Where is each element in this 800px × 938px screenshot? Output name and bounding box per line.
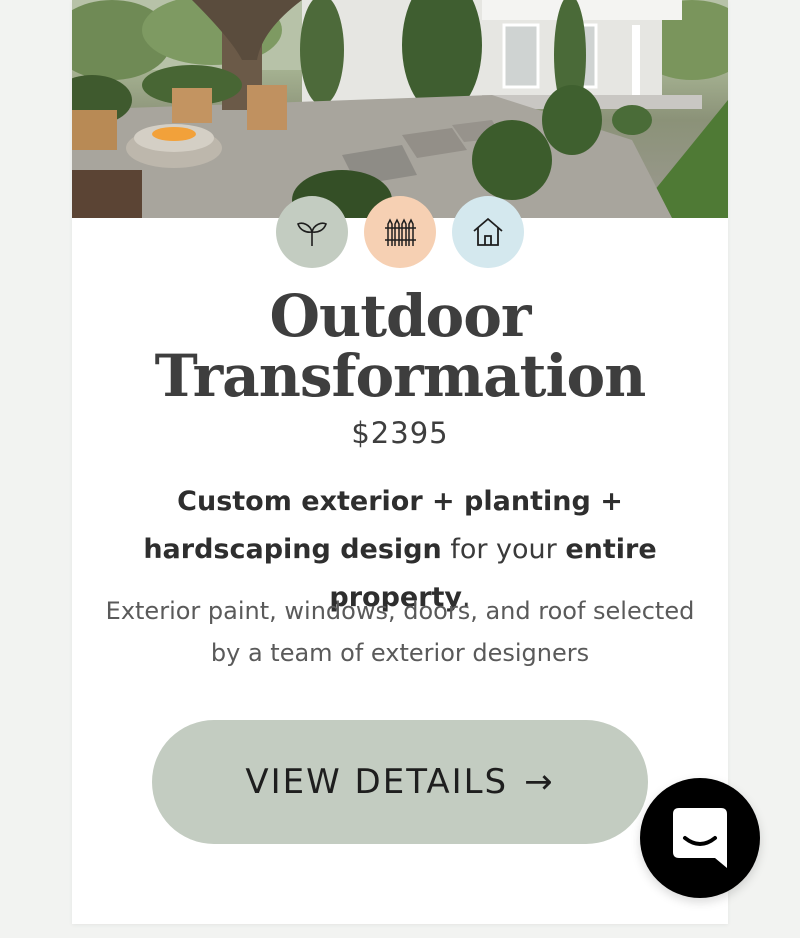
chat-bubble-icon xyxy=(673,808,727,868)
sprout-icon xyxy=(276,196,348,268)
product-title: Outdoor Transformation xyxy=(72,286,728,406)
view-details-label: VIEW DETAILS xyxy=(245,762,509,802)
product-price: $2395 xyxy=(351,416,449,450)
category-icons xyxy=(276,196,524,268)
house-icon xyxy=(452,196,524,268)
view-details-button[interactable]: VIEW DETAILS → xyxy=(152,720,648,844)
product-description: Exterior paint, windows, doors, and roof… xyxy=(105,597,695,667)
title-line-2: Transformation xyxy=(154,342,647,410)
hero-image xyxy=(72,0,728,218)
product-card: Outdoor Transformation $2395 Custom exte… xyxy=(72,0,728,924)
title-line-1: Outdoor xyxy=(269,282,532,350)
fence-icon xyxy=(364,196,436,268)
arrow-right-icon: → xyxy=(524,762,555,802)
tagline-light: for your xyxy=(441,534,566,565)
chat-launcher-button[interactable] xyxy=(640,778,760,898)
